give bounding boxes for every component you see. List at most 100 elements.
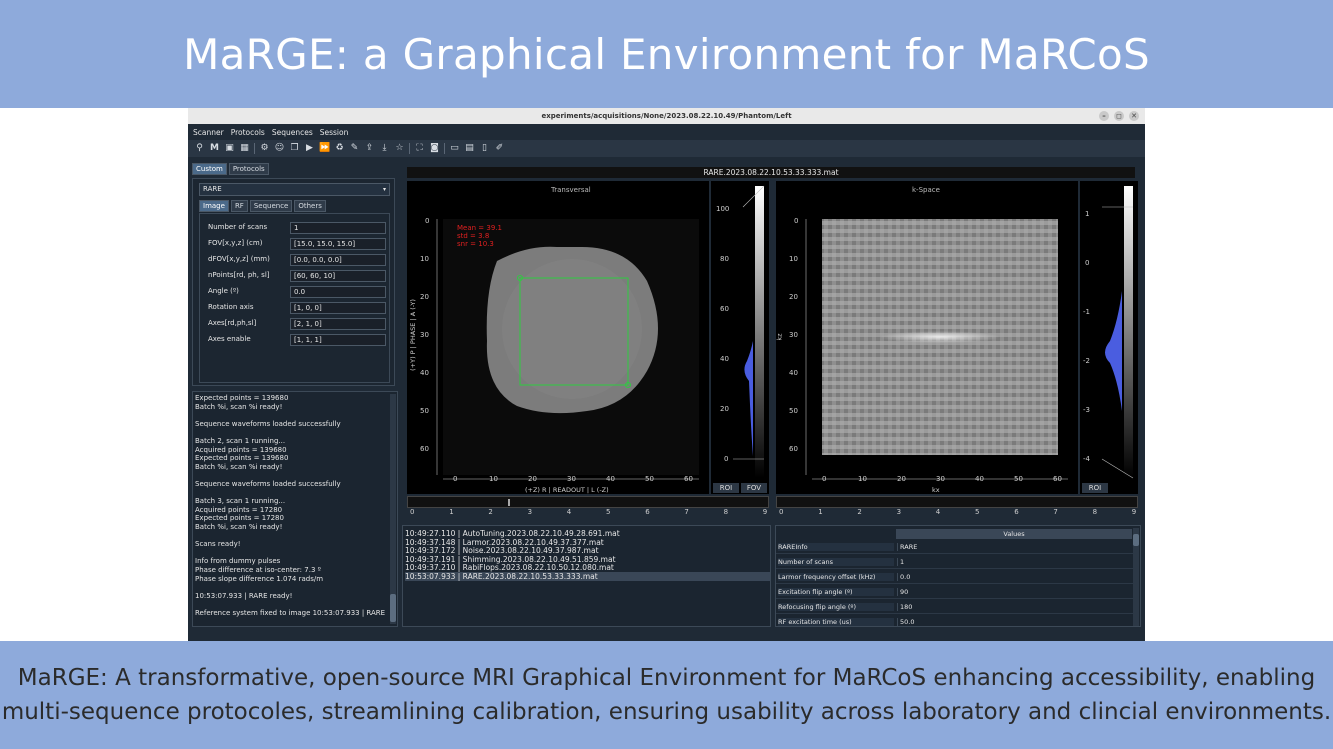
table-value[interactable]: 50.0 — [897, 618, 947, 626]
roi-mean: Mean = 39.1 — [457, 224, 502, 232]
hist-tick: 60 — [720, 305, 729, 313]
file-edit-icon[interactable]: ✐ — [494, 143, 505, 154]
table-key: Refocusing flip angle (º) — [778, 603, 894, 611]
param-input[interactable]: [15.0, 15.0, 15.0] — [290, 238, 386, 250]
param-label: nPoints[rd, ph, sl] — [208, 271, 270, 279]
edit-icon[interactable]: ✎ — [349, 143, 360, 154]
fov-button[interactable]: FOV — [741, 483, 767, 493]
param-input[interactable]: [2, 1, 0] — [290, 318, 386, 330]
x-tick: 10 — [489, 475, 498, 483]
menubar: Scanner Protocols Sequences Session — [188, 126, 1145, 139]
settings-icon[interactable]: ▣ — [224, 143, 235, 154]
log-line: Sequence waveforms loaded successfully — [195, 419, 341, 428]
y-tick: 50 — [420, 407, 429, 415]
slider-tick: 7 — [1053, 508, 1058, 516]
log-line: Acquired points = 17280 — [195, 505, 283, 514]
tab-sequence[interactable]: Sequence — [249, 200, 293, 212]
wand-icon[interactable]: ⚲ — [194, 143, 205, 154]
hist-tick: 20 — [720, 405, 729, 413]
log-scrollbar[interactable] — [390, 394, 396, 624]
person-icon[interactable]: ☺ — [274, 143, 285, 154]
maximize-icon[interactable]: ◻ — [1114, 111, 1124, 121]
slide-title: MaRGE: a Graphical Environment for MaRCo… — [183, 29, 1150, 79]
camera-icon[interactable]: ◙ — [429, 143, 440, 154]
log-scroll-thumb[interactable] — [390, 594, 396, 622]
hist-tick: 0 — [1085, 259, 1090, 267]
download-icon[interactable]: ⤓ — [379, 143, 390, 154]
table-value[interactable]: 0.0 — [897, 573, 947, 581]
tab-custom[interactable]: Custom — [192, 163, 227, 175]
slice-slider-left[interactable] — [407, 496, 769, 508]
toolbar: ⚲ M ▣ ▦ ⚙ ☺ ❐ ▶ ⏩ ♻ ✎ ⇪ ⤓ ☆ ⛶ ◙ ▭ ▤ ▯ ✐ — [188, 140, 1145, 157]
param-input[interactable]: 0.0 — [290, 286, 386, 298]
param-input[interactable]: [1, 1, 1] — [290, 334, 386, 346]
table-row: Excitation flip angle (º) 90 — [776, 585, 1136, 599]
copy-icon[interactable]: ❐ — [289, 143, 300, 154]
tab-image[interactable]: Image — [199, 200, 229, 212]
grid-icon[interactable]: ▦ — [239, 143, 250, 154]
menu-scanner[interactable]: Scanner — [193, 128, 224, 137]
tab-others[interactable]: Others — [294, 200, 326, 212]
sequence-select[interactable]: RARE ▾ — [199, 183, 390, 196]
param-input[interactable]: [1, 0, 0] — [290, 302, 386, 314]
slider-handle[interactable] — [508, 499, 510, 506]
star-icon[interactable]: ☆ — [394, 143, 405, 154]
transversal-histogram[interactable]: 100 80 60 40 20 0 ROI FOV — [711, 181, 769, 494]
close-icon[interactable]: ✕ — [1129, 111, 1139, 121]
table-row: RF excitation time (us) 50.0 — [776, 615, 1136, 626]
sequence-info-table: Values RAREInfo RARE Number of scans 1 Larmo… — [775, 525, 1141, 627]
hist-tick: 40 — [720, 355, 729, 363]
tab-protocols[interactable]: Protocols — [228, 163, 269, 175]
slider-tick: 5 — [975, 508, 980, 516]
tab-rf[interactable]: RF — [230, 200, 248, 212]
x-tick: 0 — [822, 475, 827, 483]
slice-slider-right[interactable] — [776, 496, 1138, 508]
left-tabs: Custom Protocols — [192, 163, 269, 175]
x-axis-label: kx — [932, 486, 940, 494]
param-input[interactable]: [0.0, 0.0, 0.0] — [290, 254, 386, 266]
menu-protocols[interactable]: Protocols — [231, 128, 265, 137]
fullscreen-icon[interactable]: ⛶ — [414, 143, 425, 154]
kspace-histogram[interactable]: 1 0 -1 -2 -3 -4 ROI — [1080, 181, 1138, 494]
transversal-image[interactable] — [407, 181, 709, 494]
param-label: FOV[x,y,z] (cm) — [208, 239, 263, 247]
chevron-down-icon: ▾ — [382, 186, 386, 193]
table-key: RF excitation time (us) — [778, 618, 894, 626]
parameter-list: Number of scans 1 FOV[x,y,z] (cm) [15.0, 1… — [199, 213, 390, 383]
minimize-icon[interactable]: – — [1099, 111, 1109, 121]
param-row: Axes enable [1, 1, 1] — [208, 334, 388, 346]
trash-icon[interactable]: ♻ — [334, 143, 345, 154]
table-value[interactable]: 180 — [897, 603, 947, 611]
param-input[interactable]: [60, 60, 10] — [290, 270, 386, 282]
menu-sequences[interactable]: Sequences — [272, 128, 313, 137]
play-icon[interactable]: ▶ — [304, 143, 315, 154]
hist-tick: -2 — [1083, 357, 1090, 365]
log-line: Phase difference at iso-center: 7.3 º — [195, 566, 321, 574]
folder-icon[interactable]: ▤ — [464, 143, 475, 154]
file-icon[interactable]: ▯ — [479, 143, 490, 154]
gear-icon[interactable]: ⚙ — [259, 143, 270, 154]
param-input[interactable]: 1 — [290, 222, 386, 234]
table-value[interactable]: RARE — [897, 543, 947, 551]
x-tick: 0 — [453, 475, 458, 483]
roi-button[interactable]: ROI — [713, 483, 739, 493]
slider-tick: 0 — [410, 508, 415, 516]
roi-button[interactable]: ROI — [1082, 483, 1108, 493]
log-line: Expected points = 17280 — [195, 514, 284, 523]
fast-forward-icon[interactable]: ⏩ — [319, 143, 330, 154]
table-value[interactable]: 1 — [897, 558, 947, 566]
kspace-image[interactable] — [776, 181, 1078, 494]
slider-tick: 4 — [935, 508, 941, 516]
window-icon[interactable]: ▭ — [449, 143, 460, 154]
y-axis-label: kz — [776, 333, 784, 341]
console-log: Expected points = 139680 Batch %i, scan %… — [192, 391, 398, 627]
hist-tick: -1 — [1083, 308, 1090, 316]
table-value[interactable]: 90 — [897, 588, 947, 596]
roi-snr: snr = 10.3 — [457, 240, 494, 248]
history-item[interactable]: 10:53:07.933 | RARE.2023.08.22.10.53.33.… — [405, 572, 770, 581]
table-key: Number of scans — [778, 558, 894, 566]
menu-session[interactable]: Session — [320, 128, 349, 137]
marcos-icon[interactable]: M — [209, 143, 220, 154]
upload-icon[interactable]: ⇪ — [364, 143, 375, 154]
table-key: Excitation flip angle (º) — [778, 588, 894, 596]
